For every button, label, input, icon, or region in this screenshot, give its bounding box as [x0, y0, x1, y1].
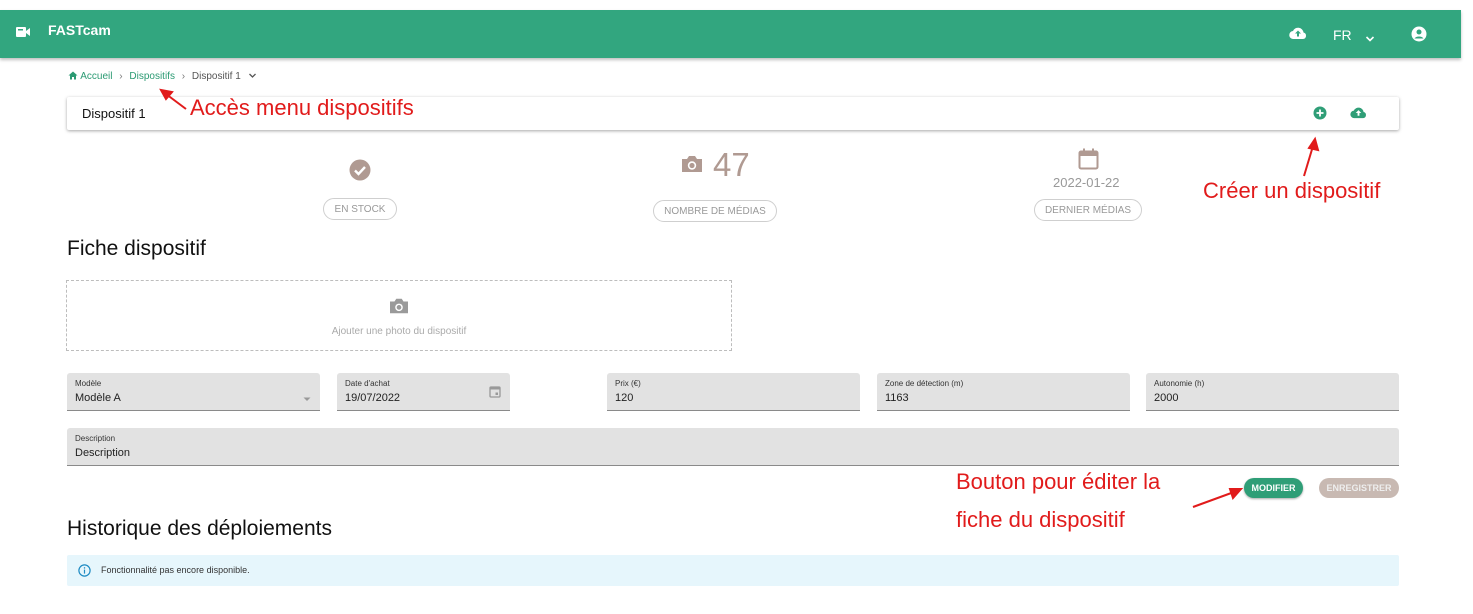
arrow-edit-line — [1192, 491, 1235, 508]
arrow-edit-head — [1228, 488, 1244, 500]
annotation-arrows — [159, 88, 1320, 508]
arrow-create-head — [1307, 136, 1320, 152]
arrow-create-line — [1303, 145, 1314, 177]
